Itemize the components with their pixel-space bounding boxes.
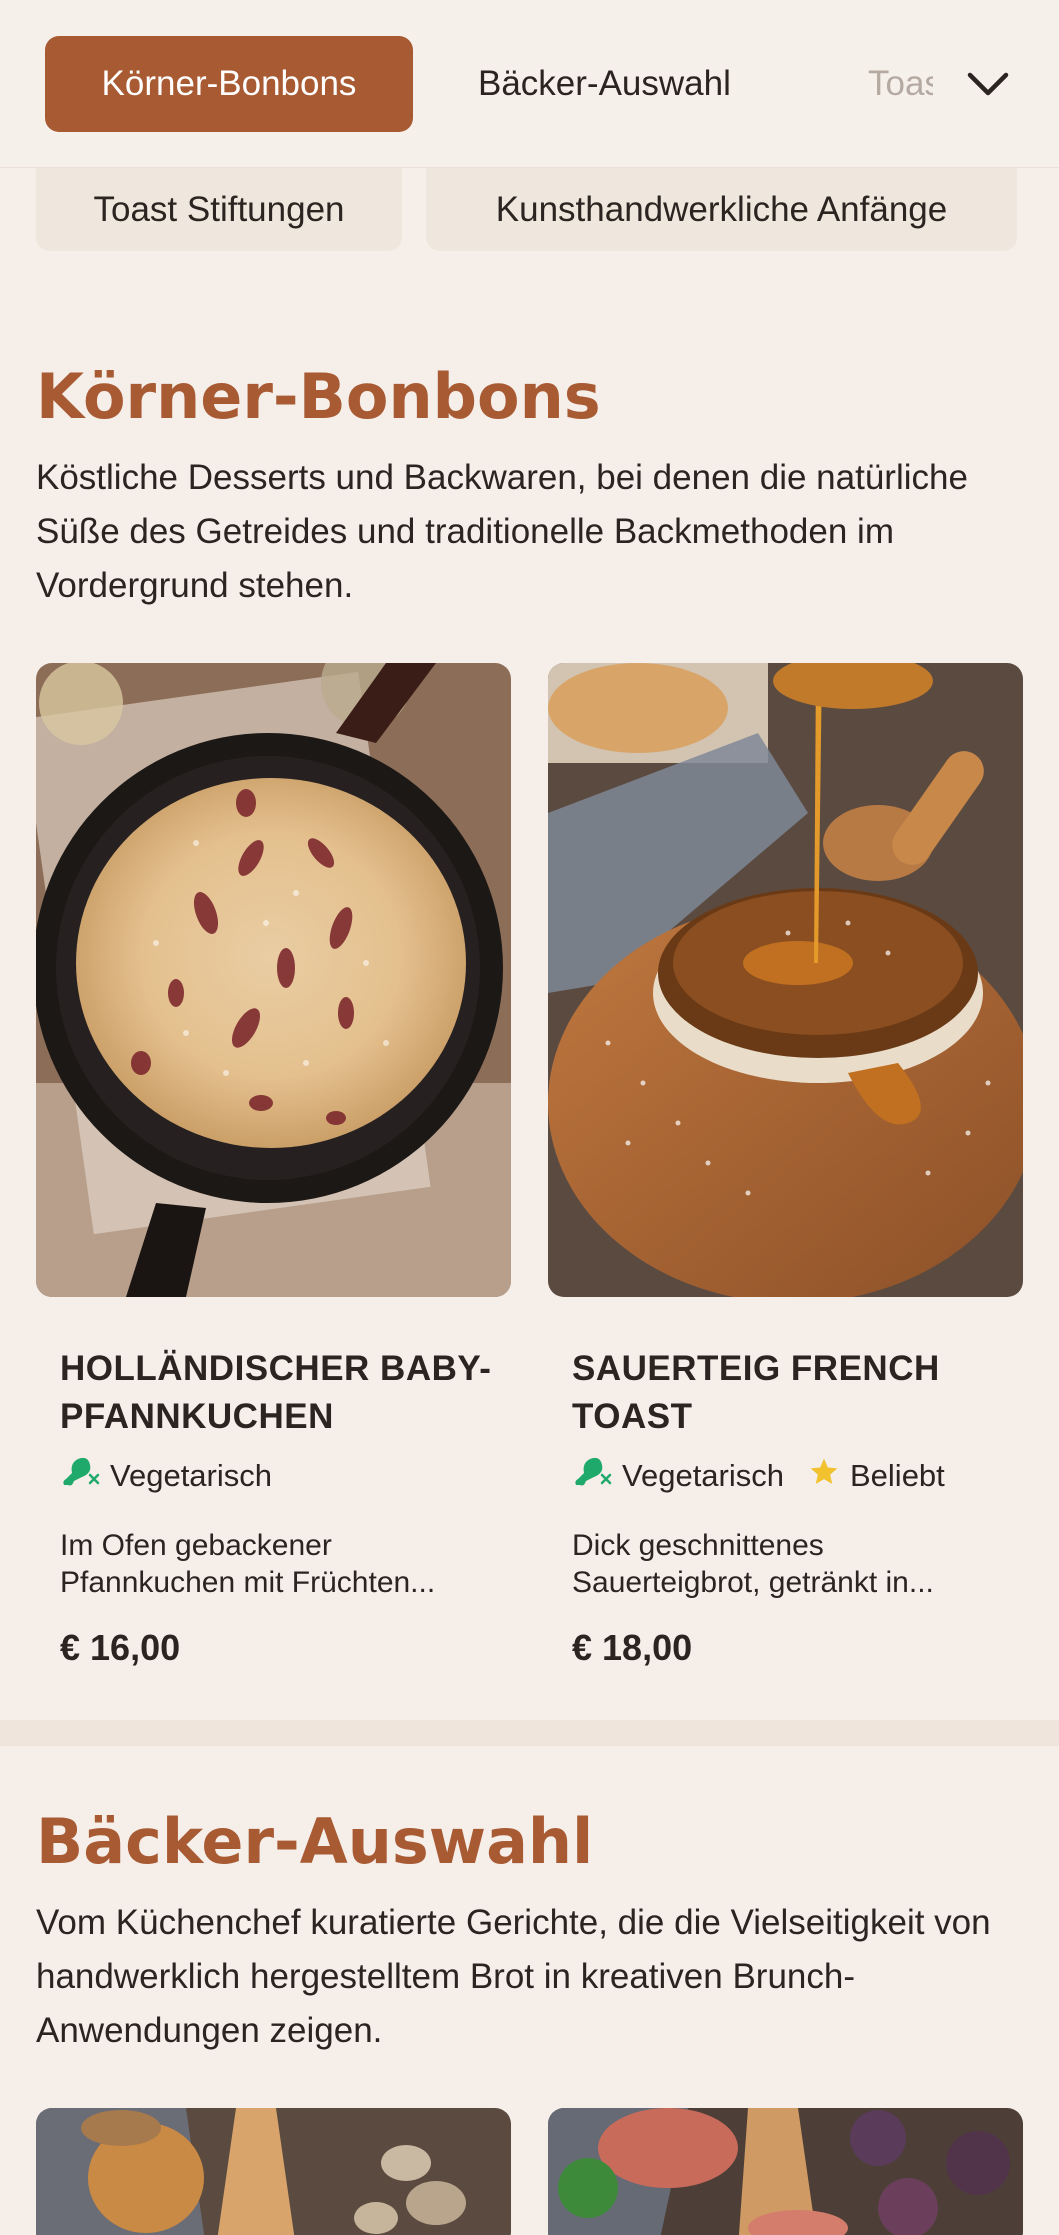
tag-vegetarian: Vegetarisch [572, 1455, 784, 1497]
item-tags: Vegetarisch Beliebt [572, 1455, 945, 1497]
tag-vegetarian: Vegetarisch [60, 1455, 272, 1497]
section-divider [0, 1720, 1059, 1746]
tag-label: Beliebt [850, 1458, 945, 1493]
drumstick-crossed-icon [60, 1455, 100, 1497]
section-description: Köstliche Desserts und Backwaren, bei de… [36, 458, 968, 605]
section-title: Bäcker-Auswahl [36, 1805, 594, 1878]
drumstick-crossed-icon [572, 1455, 612, 1497]
item-description: Im Ofen gebackener Pfannkuchen mit Früch… [60, 1529, 436, 1599]
section-description: Vom Küchenchef kuratierte Gerichte, die … [36, 1903, 991, 2050]
item-price: € 18,00 [572, 1627, 693, 1668]
tag-label: Vegetarisch [622, 1458, 784, 1493]
dish-image[interactable] [36, 2108, 511, 2235]
section-title: Körner-Bonbons [36, 360, 601, 433]
item-price: € 16,00 [60, 1627, 181, 1668]
star-icon [808, 1456, 840, 1496]
tab-koerner-bonbons[interactable]: Körner-Bonbons [45, 36, 413, 132]
chip-toast-stiftungen[interactable]: Toast Stiftungen [36, 168, 402, 251]
tab-toast-stiftungen[interactable]: Toast Stiftungen [868, 36, 933, 132]
item-description: Dick geschnittenes Sauerteigbrot, geträn… [572, 1529, 934, 1599]
item-name[interactable]: SAUERTEIG FRENCH TOAST [572, 1345, 1012, 1441]
chip-kunsthandwerkliche-anfaenge[interactable]: Kunsthandwerkliche Anfänge [426, 168, 1017, 251]
tag-label: Vegetarisch [110, 1458, 272, 1493]
dish-image-french-toast[interactable] [548, 663, 1023, 1297]
item-tags: Vegetarisch [60, 1455, 272, 1497]
chevron-down-icon[interactable] [962, 58, 1014, 110]
dish-image[interactable] [548, 2108, 1023, 2235]
tag-popular: Beliebt [808, 1456, 945, 1496]
dish-image-dutch-baby[interactable] [36, 663, 511, 1297]
item-name[interactable]: HOLLÄNDISCHER BABY-PFANNKUCHEN [60, 1345, 500, 1441]
tab-baecker-auswahl[interactable]: Bäcker-Auswahl [478, 36, 731, 132]
